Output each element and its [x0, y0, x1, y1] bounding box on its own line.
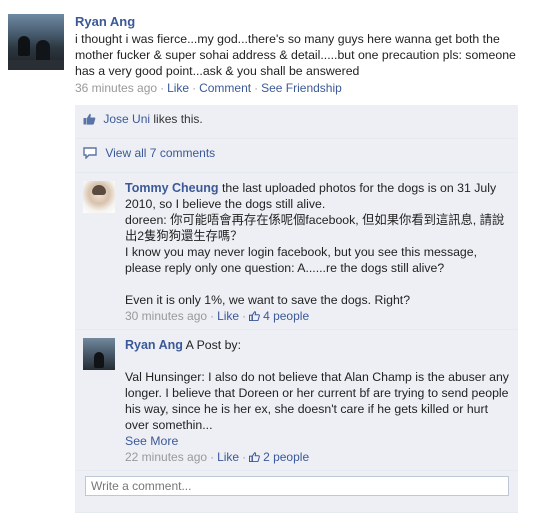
post-message: i thought i was fierce...my god...there'…: [75, 32, 516, 78]
post-meta: 36 minutes ago · Like · Comment · See Friendsh…: [75, 81, 342, 95]
likes-summary: Jose Uni likes this.: [75, 105, 518, 139]
comment-link[interactable]: Comment: [199, 81, 251, 95]
commenter-avatar[interactable]: [83, 338, 115, 370]
like-link[interactable]: Like: [167, 81, 189, 95]
post-content: Ryan Ang i thought i was fierce...my god…: [75, 14, 530, 95]
comment-author[interactable]: Ryan Ang: [125, 338, 183, 352]
comment-like-link[interactable]: Like: [217, 309, 239, 323]
thumbs-up-icon: [83, 113, 96, 125]
write-comment-input[interactable]: Write a comment...: [85, 476, 509, 496]
comment-meta: 22 minutes ago · Like · 2 people: [125, 450, 310, 464]
comment-timestamp[interactable]: 30 minutes ago: [125, 309, 207, 323]
liker-name[interactable]: Jose Uni: [103, 112, 150, 126]
thumbs-up-icon: [249, 311, 260, 321]
feedback-box: Jose Uni likes this. View all 7 comments…: [75, 105, 518, 513]
comment-timestamp[interactable]: 22 minutes ago: [125, 450, 207, 464]
view-all-comments-link[interactable]: View all 7 comments: [105, 146, 215, 160]
comment-bubble-icon: [83, 147, 97, 159]
post-author[interactable]: Ryan Ang: [75, 14, 530, 29]
comment-likers-link[interactable]: 4 people: [249, 309, 309, 323]
comment-like-link[interactable]: Like: [217, 450, 239, 464]
comment-line: Val Hunsinger: I also do not believe tha…: [125, 370, 509, 432]
comment-line: A Post by:: [185, 338, 241, 352]
see-more-link[interactable]: See More: [125, 434, 178, 448]
post-timestamp[interactable]: 36 minutes ago: [75, 81, 157, 95]
view-all-comments-row[interactable]: View all 7 comments: [75, 139, 518, 173]
commenter-avatar[interactable]: [83, 181, 115, 213]
see-friendship-link[interactable]: See Friendship: [261, 81, 342, 95]
comment-author[interactable]: Tommy Cheung: [125, 181, 219, 195]
comment: Tommy Cheung the last uploaded photos fo…: [75, 173, 518, 330]
thumbs-up-icon: [249, 452, 260, 462]
feed-story: Ryan Ang i thought i was fierce...my god…: [0, 0, 543, 513]
write-comment-row: Write a comment...: [75, 471, 518, 513]
comment: Ryan Ang A Post by: Val Hunsinger: I als…: [75, 330, 518, 471]
likes-suffix: likes this.: [153, 111, 203, 126]
comment-line: I know you may never login facebook, but…: [125, 245, 478, 275]
comment-meta: 30 minutes ago · Like · 4 people: [125, 309, 310, 323]
author-avatar[interactable]: [8, 14, 64, 70]
comment-line: doreen: 你可能唔會再存在係呢個facebook, 但如果你看到這訊息, …: [125, 213, 505, 243]
comment-likers-link[interactable]: 2 people: [249, 450, 309, 464]
comment-likers-count: 4 people: [263, 309, 310, 323]
comment-likers-count: 2 people: [263, 450, 310, 464]
comment-line: Even it is only 1%, we want to save the …: [125, 293, 411, 307]
